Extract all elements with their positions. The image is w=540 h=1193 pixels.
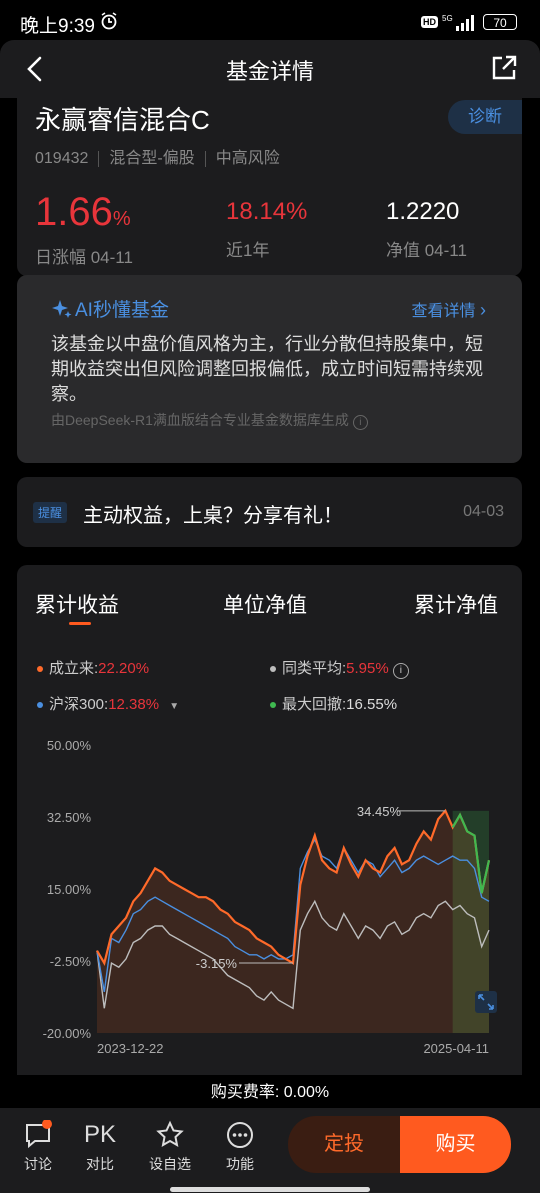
- tab-cumulative-nav[interactable]: 累计净值: [414, 589, 498, 619]
- legend-peer: 同类平均:5.95% i: [270, 657, 409, 679]
- fund-meta: 019432 混合型-偏股 中高风险: [35, 144, 280, 168]
- ai-more-link[interactable]: 查看详情 ›: [412, 297, 486, 321]
- legend-dot-peer: [270, 666, 276, 673]
- nav-label: 净值 04-11: [386, 241, 467, 260]
- nav-stat: 1.2220 净值 04-11: [386, 190, 467, 261]
- buy-button[interactable]: 购买: [400, 1116, 511, 1173]
- chart-card: 累计收益 单位净值 累计净值 成立来:22.20% 同类平均:5.95% i 沪…: [17, 565, 522, 1075]
- notice-text: 主动权益，上桌？分享有礼！: [83, 505, 343, 527]
- bottom-bar: 讨论 PK 对比 设自选 功能 定投 购买: [0, 1108, 540, 1193]
- daily-change-value: 1.66: [35, 190, 113, 234]
- alarm-icon: [101, 12, 117, 30]
- hd-icon: HD: [421, 16, 438, 28]
- chart-tabs: 累计收益 单位净值 累计净值: [17, 589, 522, 629]
- legend-dot-index: [37, 702, 43, 709]
- legend-since: 成立来:22.20%: [37, 657, 149, 678]
- legend-drawdown-value: 16.55%: [346, 696, 398, 713]
- legend-drawdown: 最大回撤:16.55%: [270, 693, 397, 714]
- signal-icon: 5G: [442, 14, 474, 31]
- year-change-stat: 18.14% 近1年: [226, 190, 307, 261]
- legend-index-label: 沪深300:: [49, 696, 109, 713]
- auto-invest-button[interactable]: 定投: [288, 1116, 400, 1173]
- fund-code: 019432: [35, 150, 89, 167]
- daily-change-unit: %: [112, 208, 131, 230]
- legend-drawdown-label: 最大回撤:: [282, 696, 347, 713]
- legend-since-value: 22.20%: [98, 660, 150, 677]
- star-add-icon: [156, 1120, 184, 1147]
- y-tick-label: 50.00%: [47, 738, 92, 753]
- watchlist-label: 设自选: [149, 1156, 191, 1172]
- year-change-value: 18.14%: [226, 198, 308, 225]
- nav-value: 1.2220: [386, 198, 460, 225]
- legend-dot-fund: [37, 666, 43, 673]
- ai-title: AI秒懂基金: [51, 295, 169, 322]
- fund-type: 混合型-偏股: [109, 150, 195, 167]
- compare-label: 对比: [86, 1156, 114, 1172]
- y-tick-label: 15.00%: [47, 882, 92, 897]
- ai-summary-card[interactable]: AI秒懂基金 查看详情 › 该基金以中盘价值风格为主，行业分散但持股集中，短期收…: [17, 275, 522, 463]
- discuss-button[interactable]: 讨论: [13, 1119, 63, 1174]
- nav-bar: 基金详情: [0, 40, 540, 98]
- more-icon: [227, 1122, 253, 1148]
- notice-tag: 提醒: [33, 502, 68, 523]
- compare-button[interactable]: PK 对比: [75, 1120, 125, 1174]
- x-tick-label: 2023-12-22: [97, 1041, 164, 1055]
- y-tick-label: -20.00%: [43, 1026, 92, 1041]
- daily-change-stat: 1.66% 日涨幅 04-11: [35, 190, 133, 268]
- return-chart[interactable]: 50.00% 32.50% 15.00% -2.50% -20.00% 2023-12-2…: [17, 735, 522, 1055]
- notice-card[interactable]: 提醒 主动权益，上桌？分享有礼！ 04-03: [17, 477, 522, 547]
- info-icon[interactable]: i: [392, 663, 409, 679]
- fund-header-card: 永赢睿信混合C 诊断 019432 混合型-偏股 中高风险 1.66% 日涨幅 04…: [17, 98, 522, 276]
- discuss-label: 讨论: [24, 1156, 52, 1172]
- active-tab-indicator: [69, 622, 91, 625]
- fund-risk: 中高风险: [215, 150, 280, 167]
- notice-date: 04-03: [463, 503, 504, 520]
- peak-annotation-label: 34.45%: [357, 804, 402, 819]
- expand-icon[interactable]: [475, 991, 497, 1013]
- daily-change-label: 日涨幅 04-11: [35, 248, 133, 267]
- info-icon[interactable]: i: [352, 415, 368, 430]
- x-tick-label: 2025-04-11: [423, 1041, 489, 1055]
- share-icon[interactable]: [490, 54, 518, 82]
- fund-return-area: [97, 810, 489, 1033]
- pk-icon: PK: [83, 1121, 116, 1148]
- status-bar: 晚上9:39 HD 5G 70: [0, 0, 540, 44]
- legend-since-label: 成立来:: [49, 660, 99, 677]
- watchlist-button[interactable]: 设自选: [145, 1120, 195, 1174]
- ai-more-text: 查看详情: [411, 303, 476, 320]
- legend-peer-value: 5.95%: [346, 660, 389, 677]
- ai-body-text: 该基金以中盘价值风格为主，行业分散但持股集中，短期收益突出但风险调整回报偏低，成…: [51, 334, 483, 404]
- purchase-fee: 购买费率: 0.00%: [210, 1084, 330, 1101]
- y-tick-label: 32.50%: [47, 810, 92, 825]
- home-indicator[interactable]: [170, 1187, 370, 1192]
- chat-icon: [26, 1119, 52, 1149]
- trough-annotation-label: -3.15%: [196, 956, 238, 971]
- legend-dot-drawdown: [270, 702, 276, 709]
- svg-text:5G: 5G: [442, 14, 453, 23]
- tab-unit-nav[interactable]: 单位净值: [223, 589, 307, 619]
- status-time: 晚上9:39: [20, 16, 95, 37]
- sparkle-icon: [52, 300, 72, 318]
- legend-index[interactable]: 沪深300:12.38% ▼: [37, 693, 179, 714]
- fund-name: 永赢睿信混合C: [35, 105, 210, 135]
- caret-down-icon[interactable]: ▼: [169, 701, 179, 712]
- y-tick-label: -2.50%: [50, 954, 92, 969]
- legend-index-value: 12.38%: [108, 696, 160, 713]
- tab-cumulative-return[interactable]: 累计收益: [35, 589, 119, 619]
- battery-icon: 70: [483, 14, 517, 30]
- diagnose-button[interactable]: 诊断: [448, 100, 522, 134]
- page-title: 基金详情: [225, 59, 314, 84]
- year-change-label: 近1年: [226, 241, 270, 260]
- ai-title-text: AI秒懂基金: [75, 300, 169, 321]
- legend-peer-label: 同类平均:: [282, 660, 347, 677]
- function-label: 功能: [226, 1156, 254, 1172]
- ai-footer-text: 由DeepSeek-R1满血版结合专业基金数据库生成: [51, 412, 349, 428]
- ai-footer: 由DeepSeek-R1满血版结合专业基金数据库生成 i: [51, 410, 368, 430]
- function-button[interactable]: 功能: [215, 1120, 265, 1174]
- chevron-right-icon: ›: [480, 300, 486, 320]
